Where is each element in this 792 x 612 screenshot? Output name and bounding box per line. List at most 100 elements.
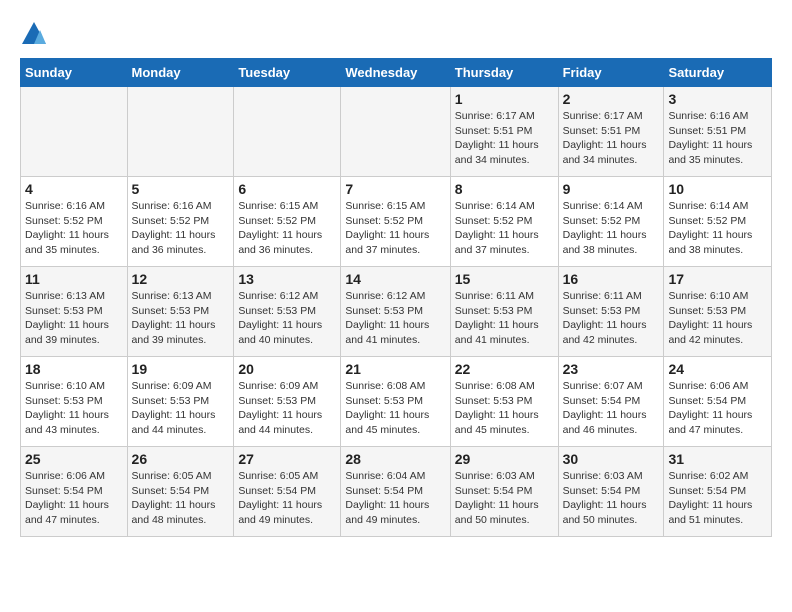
calendar-cell: 8 Sunrise: 6:14 AM Sunset: 5:52 PM Daylig… [450,177,558,267]
day-number: 4 [25,181,123,197]
day-number: 1 [455,91,554,107]
day-info: Sunrise: 6:12 AM Sunset: 5:53 PM Dayligh… [345,289,445,348]
day-info: Sunrise: 6:09 AM Sunset: 5:53 PM Dayligh… [132,379,230,438]
calendar-cell: 14 Sunrise: 6:12 AM Sunset: 5:53 PM Dayli… [341,267,450,357]
day-info: Sunrise: 6:17 AM Sunset: 5:51 PM Dayligh… [563,109,660,168]
day-of-week-header: Monday [127,59,234,87]
calendar-cell: 29 Sunrise: 6:03 AM Sunset: 5:54 PM Dayli… [450,447,558,537]
calendar-header-row: SundayMondayTuesdayWednesdayThursdayFrid… [21,59,772,87]
day-number: 20 [238,361,336,377]
day-info: Sunrise: 6:06 AM Sunset: 5:54 PM Dayligh… [25,469,123,528]
day-info: Sunrise: 6:14 AM Sunset: 5:52 PM Dayligh… [455,199,554,258]
day-info: Sunrise: 6:17 AM Sunset: 5:51 PM Dayligh… [455,109,554,168]
calendar-cell: 3 Sunrise: 6:16 AM Sunset: 5:51 PM Daylig… [664,87,772,177]
day-number: 22 [455,361,554,377]
day-number: 26 [132,451,230,467]
day-number: 5 [132,181,230,197]
day-number: 10 [668,181,767,197]
day-number: 24 [668,361,767,377]
logo-icon [20,20,48,48]
day-number: 31 [668,451,767,467]
calendar-cell: 9 Sunrise: 6:14 AM Sunset: 5:52 PM Daylig… [558,177,664,267]
day-number: 7 [345,181,445,197]
calendar-table: SundayMondayTuesdayWednesdayThursdayFrid… [20,58,772,537]
day-number: 3 [668,91,767,107]
day-info: Sunrise: 6:15 AM Sunset: 5:52 PM Dayligh… [345,199,445,258]
day-info: Sunrise: 6:14 AM Sunset: 5:52 PM Dayligh… [563,199,660,258]
day-of-week-header: Thursday [450,59,558,87]
day-info: Sunrise: 6:06 AM Sunset: 5:54 PM Dayligh… [668,379,767,438]
day-number: 14 [345,271,445,287]
calendar-cell: 24 Sunrise: 6:06 AM Sunset: 5:54 PM Dayli… [664,357,772,447]
day-number: 2 [563,91,660,107]
calendar-cell: 18 Sunrise: 6:10 AM Sunset: 5:53 PM Dayli… [21,357,128,447]
calendar-cell: 30Sunrise: 6:03 AM Sunset: 5:54 PM Dayli… [558,447,664,537]
day-number: 25 [25,451,123,467]
calendar-cell: 5 Sunrise: 6:16 AM Sunset: 5:52 PM Daylig… [127,177,234,267]
day-number: 17 [668,271,767,287]
calendar-cell [341,87,450,177]
day-number: 15 [455,271,554,287]
day-number: 28 [345,451,445,467]
calendar-cell: 15 Sunrise: 6:11 AM Sunset: 5:53 PM Dayli… [450,267,558,357]
day-info: Sunrise: 6:05 AM Sunset: 5:54 PM Dayligh… [132,469,230,528]
day-number: 6 [238,181,336,197]
calendar-cell: 27 Sunrise: 6:05 AM Sunset: 5:54 PM Dayli… [234,447,341,537]
calendar-cell: 2 Sunrise: 6:17 AM Sunset: 5:51 PM Daylig… [558,87,664,177]
calendar-cell: 22 Sunrise: 6:08 AM Sunset: 5:53 PM Dayli… [450,357,558,447]
calendar-cell: 21 Sunrise: 6:08 AM Sunset: 5:53 PM Dayli… [341,357,450,447]
day-number: 9 [563,181,660,197]
calendar-cell [21,87,128,177]
day-info: Sunrise: 6:13 AM Sunset: 5:53 PM Dayligh… [132,289,230,348]
page-header [20,20,772,48]
day-info: Sunrise: 6:08 AM Sunset: 5:53 PM Dayligh… [455,379,554,438]
calendar-cell: 13 Sunrise: 6:12 AM Sunset: 5:53 PM Dayli… [234,267,341,357]
day-number: 29 [455,451,554,467]
day-info: Sunrise: 6:10 AM Sunset: 5:53 PM Dayligh… [25,379,123,438]
day-number: 19 [132,361,230,377]
calendar-cell: 1 Sunrise: 6:17 AM Sunset: 5:51 PM Daylig… [450,87,558,177]
day-of-week-header: Friday [558,59,664,87]
day-info: Sunrise: 6:07 AM Sunset: 5:54 PM Dayligh… [563,379,660,438]
day-info: Sunrise: 6:05 AM Sunset: 5:54 PM Dayligh… [238,469,336,528]
day-number: 27 [238,451,336,467]
calendar-week-row: 11 Sunrise: 6:13 AM Sunset: 5:53 PM Dayli… [21,267,772,357]
calendar-week-row: 4 Sunrise: 6:16 AM Sunset: 5:52 PM Daylig… [21,177,772,267]
day-info: Sunrise: 6:12 AM Sunset: 5:53 PM Dayligh… [238,289,336,348]
day-info: Sunrise: 6:08 AM Sunset: 5:53 PM Dayligh… [345,379,445,438]
day-info: Sunrise: 6:02 AM Sunset: 5:54 PM Dayligh… [668,469,767,528]
day-info: Sunrise: 6:16 AM Sunset: 5:52 PM Dayligh… [132,199,230,258]
calendar-cell: 26 Sunrise: 6:05 AM Sunset: 5:54 PM Dayli… [127,447,234,537]
calendar-cell: 20Sunrise: 6:09 AM Sunset: 5:53 PM Dayli… [234,357,341,447]
calendar-cell: 10Sunrise: 6:14 AM Sunset: 5:52 PM Dayli… [664,177,772,267]
calendar-cell [234,87,341,177]
day-info: Sunrise: 6:11 AM Sunset: 5:53 PM Dayligh… [563,289,660,348]
day-info: Sunrise: 6:16 AM Sunset: 5:51 PM Dayligh… [668,109,767,168]
day-of-week-header: Saturday [664,59,772,87]
calendar-cell [127,87,234,177]
day-number: 12 [132,271,230,287]
day-of-week-header: Sunday [21,59,128,87]
calendar-cell: 19 Sunrise: 6:09 AM Sunset: 5:53 PM Dayli… [127,357,234,447]
day-info: Sunrise: 6:03 AM Sunset: 5:54 PM Dayligh… [455,469,554,528]
calendar-week-row: 18 Sunrise: 6:10 AM Sunset: 5:53 PM Dayli… [21,357,772,447]
day-number: 8 [455,181,554,197]
logo [20,20,52,48]
day-of-week-header: Tuesday [234,59,341,87]
day-info: Sunrise: 6:15 AM Sunset: 5:52 PM Dayligh… [238,199,336,258]
day-info: Sunrise: 6:11 AM Sunset: 5:53 PM Dayligh… [455,289,554,348]
day-info: Sunrise: 6:13 AM Sunset: 5:53 PM Dayligh… [25,289,123,348]
calendar-cell: 12 Sunrise: 6:13 AM Sunset: 5:53 PM Dayli… [127,267,234,357]
calendar-week-row: 1 Sunrise: 6:17 AM Sunset: 5:51 PM Daylig… [21,87,772,177]
calendar-cell: 4Sunrise: 6:16 AM Sunset: 5:52 PM Daylig… [21,177,128,267]
calendar-cell: 28 Sunrise: 6:04 AM Sunset: 5:54 PM Dayli… [341,447,450,537]
calendar-cell: 7 Sunrise: 6:15 AM Sunset: 5:52 PM Daylig… [341,177,450,267]
day-number: 13 [238,271,336,287]
day-number: 21 [345,361,445,377]
day-number: 11 [25,271,123,287]
day-info: Sunrise: 6:10 AM Sunset: 5:53 PM Dayligh… [668,289,767,348]
day-info: Sunrise: 6:04 AM Sunset: 5:54 PM Dayligh… [345,469,445,528]
calendar-cell: 16Sunrise: 6:11 AM Sunset: 5:53 PM Dayli… [558,267,664,357]
day-number: 18 [25,361,123,377]
calendar-cell: 23Sunrise: 6:07 AM Sunset: 5:54 PM Dayli… [558,357,664,447]
